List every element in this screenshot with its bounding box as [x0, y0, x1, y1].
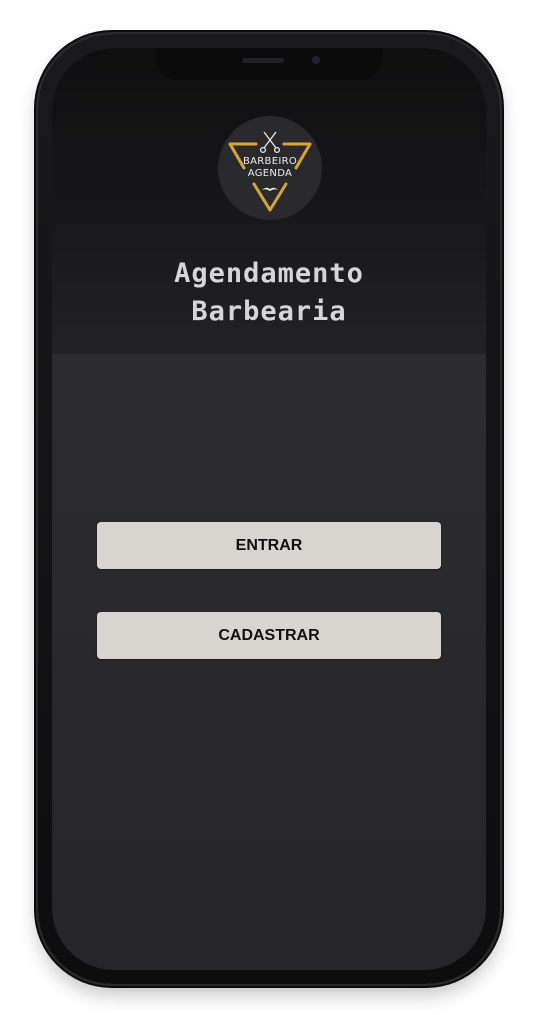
notch — [156, 48, 382, 80]
logo-text-agenda: AGENDA — [247, 168, 293, 179]
app-title-line2: Barbearia — [191, 296, 347, 327]
app-screen: BARBEIRO AGENDA Agendamento Barbearia EN… — [52, 48, 486, 970]
phone-mockup: BARBEIRO AGENDA Agendamento Barbearia EN… — [0, 0, 543, 1015]
mustache-icon — [262, 187, 278, 191]
app-title-line1: Agendamento — [174, 258, 364, 289]
register-button[interactable]: CADASTRAR — [97, 612, 441, 659]
enter-button[interactable]: ENTRAR — [97, 522, 441, 569]
scissors-icon — [259, 131, 281, 154]
logo-text-barbeiro: BARBEIRO — [243, 156, 297, 167]
front-camera — [312, 56, 320, 64]
header-panel: BARBEIRO AGENDA Agendamento Barbearia — [52, 48, 486, 354]
speaker-grille — [242, 58, 284, 63]
brand-logo: BARBEIRO AGENDA — [218, 116, 322, 220]
